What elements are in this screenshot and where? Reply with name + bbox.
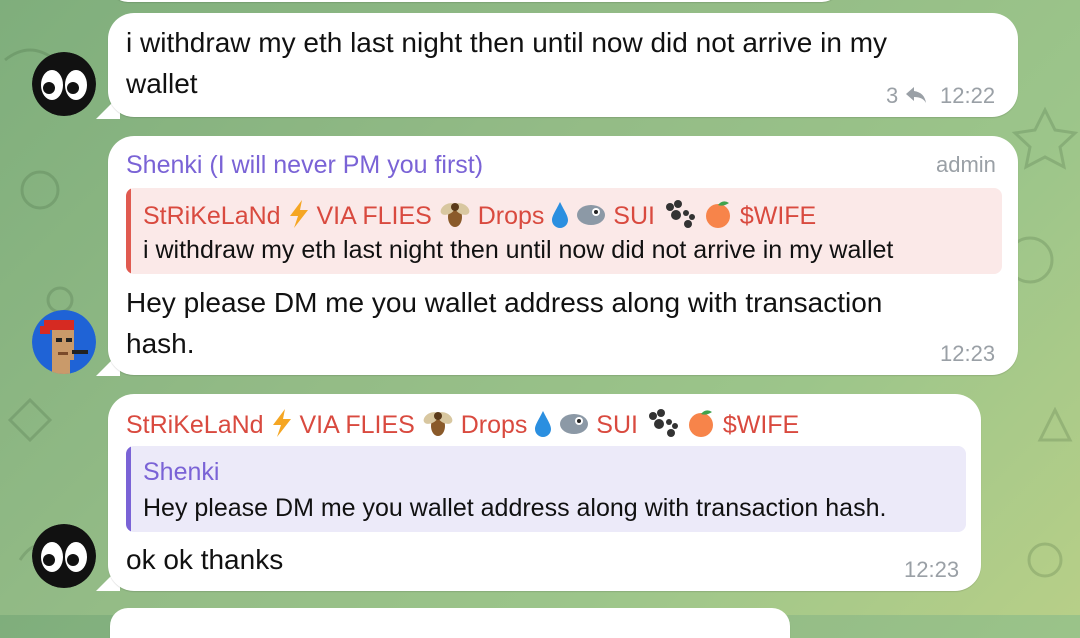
- reply-count[interactable]: 3: [886, 83, 928, 111]
- quote-sender-part: VIA FLIES: [316, 202, 432, 231]
- reply-count-value: 3: [886, 83, 899, 108]
- message-time: 12:23: [904, 557, 960, 582]
- peach-emoji: [686, 408, 716, 445]
- paw-emoji: [645, 408, 679, 445]
- lightning-emoji: [271, 409, 293, 444]
- quote-sender-name: StRiKeLaNd: [143, 202, 281, 231]
- message-text: Hey please DM me you wallet address alon…: [126, 287, 883, 318]
- message-bubble-3[interactable]: StRiKeLaNd VIA FLIES Drops SUI $WIFE She…: [108, 394, 981, 591]
- lightning-emoji: [288, 200, 310, 235]
- quote-sender-part: Drops: [477, 202, 545, 231]
- sender-name-part: VIA FLIES: [299, 411, 415, 440]
- quote-text: i withdraw my eth last night then until …: [143, 236, 894, 264]
- sender-name-part: StRiKeLaNd: [126, 411, 264, 440]
- quote-sender: StRiKeLaNd VIA FLIES Drops SUI $WIFE: [143, 199, 816, 236]
- message-text-line2: hash.: [126, 328, 195, 359]
- pixel-punk-avatar-icon[interactable]: [32, 310, 96, 374]
- sender-name-part: SUI: [596, 411, 638, 440]
- sender-name[interactable]: StRiKeLaNd VIA FLIES Drops SUI $WIFE: [126, 408, 799, 445]
- quote-bar: [126, 188, 131, 274]
- reply-quote[interactable]: StRiKeLaNd VIA FLIES Drops SUI $WIFE i w…: [126, 188, 1002, 274]
- message-time: 12:22: [940, 83, 996, 108]
- reply-quote[interactable]: Shenki Hey please DM me you wallet addre…: [126, 446, 966, 532]
- sender-name[interactable]: Shenki (I will never PM you first): [126, 151, 483, 180]
- next-message-bubble: [110, 608, 790, 638]
- admin-badge: admin: [936, 152, 996, 177]
- quote-bar: [126, 446, 131, 532]
- reply-arrow-icon: [904, 85, 928, 111]
- message-bubble-1[interactable]: i withdraw my eth last night then until …: [108, 13, 1018, 117]
- sender-name-part: Drops: [460, 411, 528, 440]
- fly-emoji: [439, 199, 471, 236]
- paw-emoji: [662, 199, 696, 236]
- droplet-emoji: [534, 409, 552, 444]
- quote-text: Hey please DM me you wallet address alon…: [143, 494, 887, 522]
- quote-sender: Shenki: [143, 458, 220, 486]
- sui-emoji: [576, 201, 606, 234]
- previous-message-bubble: [110, 0, 840, 2]
- droplet-emoji: [551, 200, 569, 235]
- eyes-avatar-icon[interactable]: [32, 524, 96, 588]
- peach-emoji: [703, 199, 733, 236]
- message-text-line2: wallet: [126, 68, 198, 99]
- message-time: 12:23: [940, 341, 996, 366]
- sender-name-part: $WIFE: [722, 411, 800, 440]
- quote-sender-part: SUI: [613, 202, 655, 231]
- message-text: i withdraw my eth last night then until …: [126, 27, 888, 58]
- message-bubble-2[interactable]: Shenki (I will never PM you first) admin…: [108, 136, 1018, 375]
- quote-sender-part: $WIFE: [739, 202, 817, 231]
- fly-emoji: [422, 408, 454, 445]
- message-text: ok ok thanks: [126, 544, 284, 575]
- eyes-avatar-icon[interactable]: [32, 52, 96, 116]
- sui-emoji: [559, 410, 589, 443]
